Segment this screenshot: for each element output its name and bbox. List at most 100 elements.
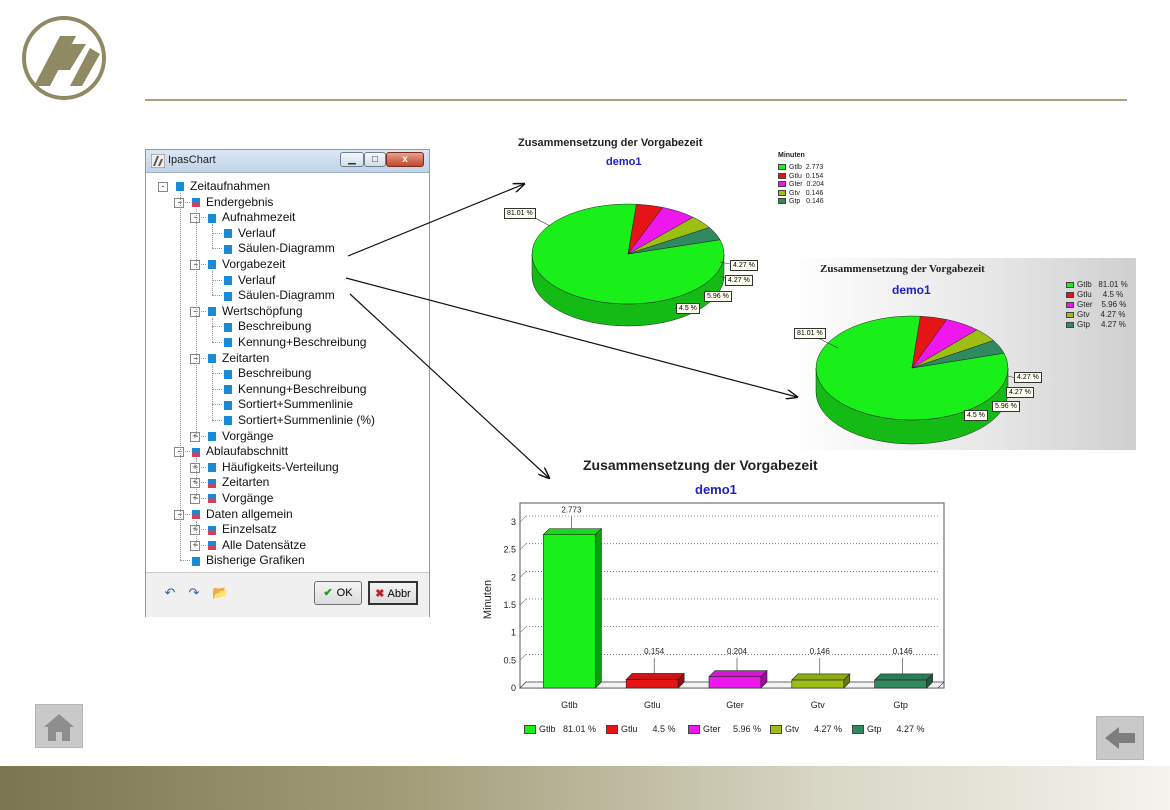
tree-item[interactable]: - Vorgabezeit	[190, 257, 286, 272]
tree-guide	[212, 224, 213, 249]
tree-item[interactable]: - Aufnahmezeit	[190, 210, 295, 225]
tree-item[interactable]: - Wertschöpfung	[190, 304, 303, 319]
bar-top	[542, 528, 603, 535]
tree-item[interactable]: + Vorgänge	[190, 429, 273, 444]
collapse-icon[interactable]: -	[190, 306, 200, 317]
tree-item[interactable]: - Zeitaufnahmen	[158, 179, 270, 194]
tree-item[interactable]: Kennung+Beschreibung	[224, 335, 366, 350]
chart-node-icon	[224, 369, 232, 379]
tree-item[interactable]: + Alle Datensätze	[190, 538, 306, 553]
tree-item[interactable]: Kennung+Beschreibung	[224, 382, 366, 397]
expand-icon[interactable]: +	[190, 494, 200, 504]
chart1-pie	[531, 203, 731, 327]
tree-item[interactable]: + Zeitarten	[190, 475, 270, 490]
collapse-icon[interactable]: -	[190, 260, 200, 270]
bar-value-label: 0.146	[810, 647, 831, 656]
tree-item[interactable]: Säulen-Diagramm	[224, 241, 335, 256]
chart-node-icon	[208, 494, 216, 504]
tree-guide	[196, 458, 197, 498]
chart-node-icon	[208, 213, 216, 223]
ok-button[interactable]: ✔ OK	[314, 581, 362, 605]
expand-icon[interactable]: +	[190, 525, 200, 536]
bar-value-label: 0.204	[727, 647, 748, 656]
tree-item-label: Beschreibung	[238, 366, 312, 381]
tree-item[interactable]: + Einzelsatz	[190, 522, 277, 537]
collapse-icon[interactable]: -	[174, 447, 184, 458]
bar-gtp	[874, 679, 927, 689]
tree-connector	[212, 342, 222, 343]
tree-item[interactable]: Beschreibung	[224, 319, 311, 334]
expand-icon[interactable]: +	[190, 478, 200, 489]
legend-item: Gtv 0.146	[778, 190, 823, 197]
ok-label: OK	[336, 587, 353, 599]
legend-item: Gter 0.204	[778, 181, 824, 188]
tree-item-label: Beschreibung	[238, 319, 312, 334]
tree-guide	[180, 193, 181, 561]
tree-item[interactable]: Verlauf	[224, 273, 275, 288]
tree-connector	[212, 388, 222, 390]
collapse-icon[interactable]: -	[158, 182, 168, 192]
tree-connector	[196, 310, 206, 312]
legend-label: Gtp 4.27 %	[867, 724, 925, 734]
legend-label: Gtlu 4.5 %	[621, 724, 676, 734]
pie-leader-line	[534, 217, 551, 227]
collapse-icon[interactable]: -	[190, 213, 200, 224]
tree-item[interactable]: - Ablaufabschnitt	[174, 444, 288, 459]
chart-tree: - Zeitaufnahmen - Endergebnis - Aufnahmezeit V…	[146, 172, 429, 572]
y-tick-label: 0	[511, 683, 516, 693]
expand-icon[interactable]: +	[190, 540, 200, 551]
tree-item[interactable]: Bisherige Grafiken	[192, 553, 305, 568]
tree-item[interactable]: - Daten allgemein	[174, 507, 293, 522]
minimize-button[interactable]: ▁	[340, 152, 364, 167]
maximize-button[interactable]: □	[364, 152, 386, 167]
tree-item-label: Verlauf	[238, 225, 276, 240]
close-button[interactable]: x	[386, 152, 424, 167]
undo-icon[interactable]: ↶	[162, 585, 178, 601]
tree-item[interactable]: Säulen-Diagramm	[224, 288, 335, 303]
checkmark-icon: ✔	[323, 587, 333, 599]
tree-item-label: Vorgabezeit	[222, 257, 286, 271]
chart-node-icon	[208, 431, 216, 441]
collapse-icon[interactable]: -	[174, 197, 184, 208]
chart-node-icon	[208, 260, 216, 270]
expand-icon[interactable]: +	[190, 462, 200, 473]
tree-guide	[196, 520, 197, 545]
tree-connector	[196, 435, 206, 437]
y-tick-label: 1	[511, 628, 516, 638]
home-button[interactable]	[35, 704, 83, 748]
tree-item[interactable]: Sortiert+Summenlinie (%)	[224, 413, 375, 428]
back-button[interactable]	[1096, 716, 1144, 760]
collapse-icon[interactable]: -	[190, 353, 200, 364]
tree-item-label: Zeitarten	[222, 475, 270, 490]
tree-connector	[180, 451, 190, 453]
tree-connector	[180, 560, 190, 562]
tree-item[interactable]: + Häufigkeits-Verteilung	[190, 459, 339, 475]
tree-connector	[212, 279, 222, 281]
tree-item[interactable]: - Endergebnis	[174, 195, 273, 210]
bar-value-label: 0.146	[893, 647, 914, 656]
tree-item-label: Kennung+Beschreibung	[238, 335, 367, 349]
y-tick-label: 0.5	[503, 655, 516, 665]
legend-swatch	[524, 725, 536, 735]
y-tick-label: 3	[511, 517, 516, 527]
tree-item[interactable]: Beschreibung	[224, 366, 311, 381]
chart-node-icon	[208, 525, 216, 535]
open-folder-icon[interactable]: 📂	[212, 585, 228, 601]
legend-label: Gter 0.204	[789, 181, 825, 188]
collapse-icon[interactable]: -	[174, 509, 184, 520]
chart2-pie	[815, 315, 1017, 445]
tree-item[interactable]: - Zeitarten	[190, 351, 269, 366]
tree-item[interactable]: Sortiert+Summenlinie	[224, 397, 353, 412]
expand-icon[interactable]: +	[190, 431, 200, 442]
dialog-titlebar[interactable]: IpasChart ▁ □ x	[146, 150, 429, 173]
cancel-button[interactable]: ✖ Abbr	[368, 581, 418, 605]
tree-item-label: Häufigkeits-Verteilung	[222, 459, 339, 474]
tree-connector	[196, 264, 206, 265]
tree-guide	[212, 364, 213, 420]
tree-item[interactable]: Verlauf	[224, 226, 275, 241]
chart-node-icon	[224, 244, 232, 254]
bar-gter	[708, 676, 762, 689]
tree-connector	[180, 513, 190, 515]
tree-item[interactable]: + Vorgänge	[190, 491, 273, 506]
redo-icon[interactable]: ↷	[186, 585, 202, 601]
